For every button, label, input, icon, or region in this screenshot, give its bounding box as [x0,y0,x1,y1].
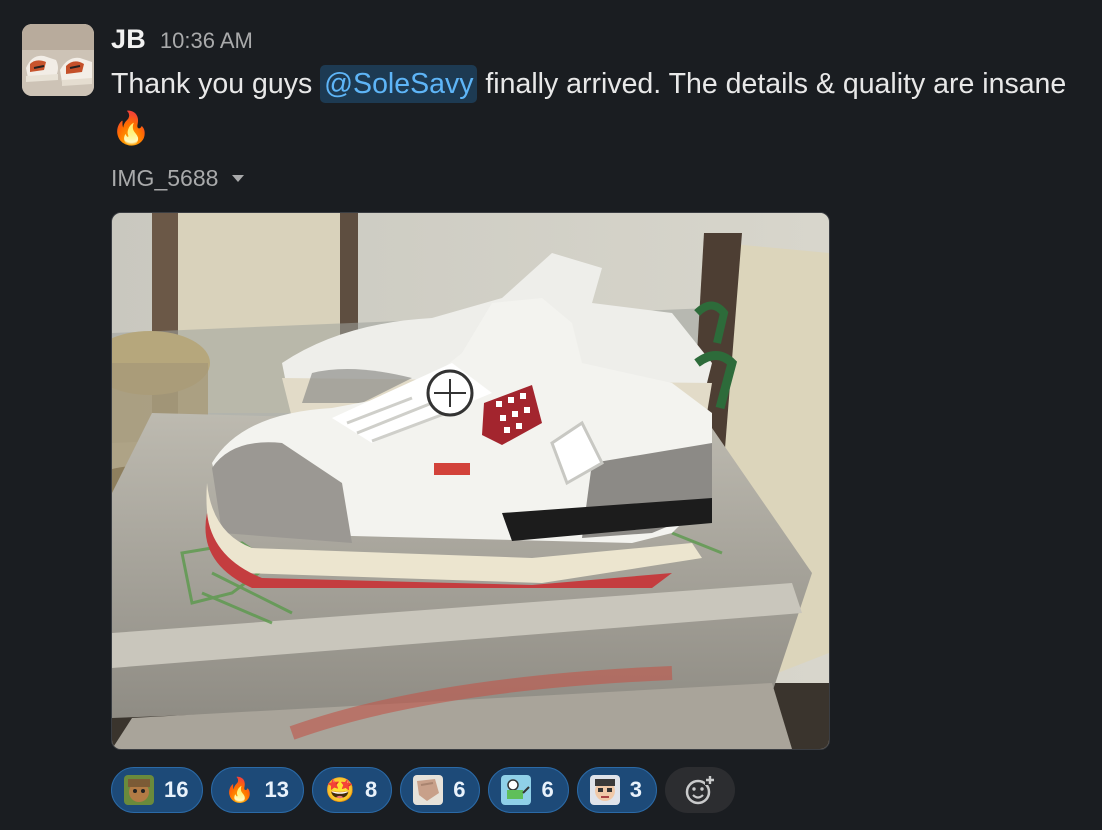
skin-hand-icon [413,775,444,805]
author-name[interactable]: JB [111,24,146,55]
sneaker-photo [112,213,829,749]
chat-message: JB 10:36 AM Thank you guys @SoleSavy fin… [0,0,1102,830]
star-struck-icon: 🤩 [325,776,355,804]
chevron-down-icon[interactable] [232,175,245,182]
reactions-bar: 16 🔥 13 🤩 8 6 6 3 [111,767,735,813]
reaction-count: 3 [629,777,642,802]
reaction-star-struck[interactable]: 🤩 8 [311,767,393,813]
message-text-end: finally arrived. The details & quality a… [477,68,1067,100]
reaction-skin-hand[interactable]: 6 [400,767,481,813]
user-mention[interactable]: @SoleSavy [320,65,478,103]
reaction-count: 8 [364,777,378,802]
reaction-count: 16 [164,777,189,802]
message-header: JB 10:36 AM [111,24,253,60]
add-emoji-icon [685,775,715,805]
sneaker-avatar-image [22,24,94,96]
add-reaction-button[interactable] [664,767,735,813]
reaction-count: 6 [541,777,554,802]
fire-emoji: 🔥 [111,110,151,146]
file-name-text: IMG_5688 [111,165,219,191]
user-avatar[interactable] [22,24,94,96]
pixel-face-icon [589,775,620,805]
character-face-icon [124,775,154,805]
reaction-count: 6 [453,777,466,802]
message-body: Thank you guys @SoleSavy finally arrived… [111,62,1096,152]
message-timestamp[interactable]: 10:36 AM [160,28,253,54]
reaction-cartoon-person[interactable]: 6 [488,767,569,813]
reaction-count: 13 [264,777,289,802]
cartoon-person-icon [501,775,532,805]
attachment-file-name[interactable]: IMG_5688 [111,165,245,192]
reaction-character-face[interactable]: 16 [111,767,204,813]
fire-icon: 🔥 [224,776,255,804]
attached-image[interactable] [111,212,830,750]
message-text-start: Thank you guys [111,68,321,100]
reaction-pixel-face[interactable]: 3 [576,767,657,813]
reaction-fire[interactable]: 🔥 13 [211,767,304,813]
